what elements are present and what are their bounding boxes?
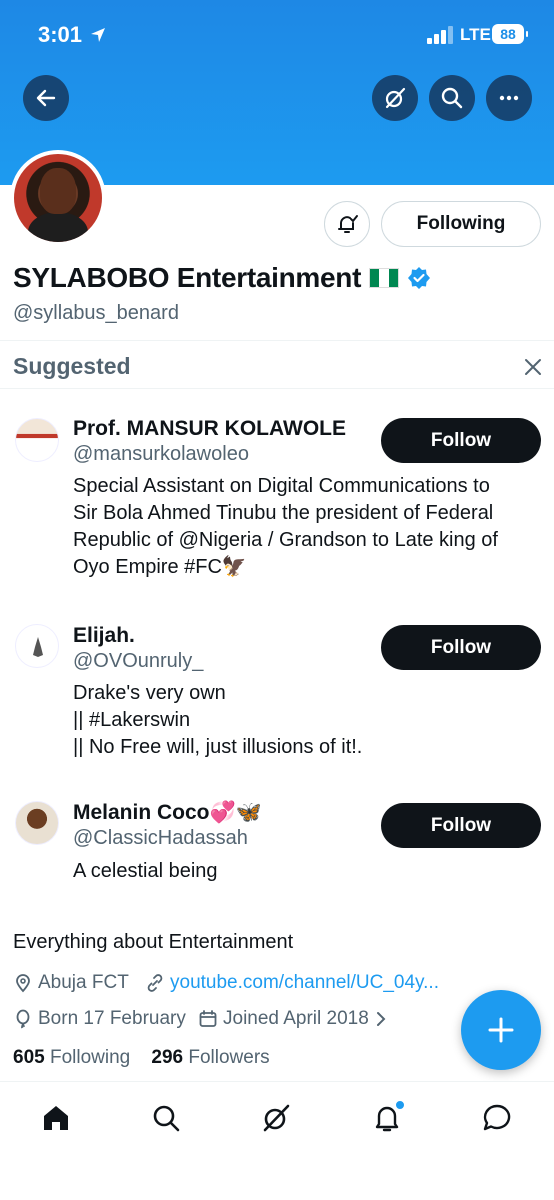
network-label: LTE xyxy=(460,25,491,44)
profile-bio: Everything about Entertainment xyxy=(13,931,294,953)
divider xyxy=(0,340,554,341)
chevron-right-icon xyxy=(376,1012,386,1026)
user-avatar[interactable] xyxy=(15,624,59,668)
suggested-user-handle[interactable]: @OVOunruly_ xyxy=(73,650,203,673)
bell-plus-icon xyxy=(338,215,358,233)
display-name: SYLABOBO Entertainment xyxy=(13,262,362,293)
location-pin-icon xyxy=(16,974,30,993)
back-button[interactable] xyxy=(23,75,69,121)
tab-notifications[interactable] xyxy=(369,1100,405,1136)
grok-button[interactable] xyxy=(372,75,418,121)
location-arrow-icon xyxy=(91,28,105,42)
more-icon xyxy=(499,95,519,101)
divider xyxy=(0,388,554,389)
profile-joined[interactable]: Joined April 2018 xyxy=(198,1008,392,1030)
location-text: Abuja FCT xyxy=(38,972,129,993)
tab-search[interactable] xyxy=(148,1100,184,1136)
suggested-user-bio: A celestial being xyxy=(73,860,218,882)
suggested-user-name[interactable]: Melanin Coco💞🦋 xyxy=(73,801,262,825)
profile-website[interactable]: youtube.com/channel/UC_04y... xyxy=(145,972,439,994)
search-icon xyxy=(441,87,463,109)
following-button[interactable]: Following xyxy=(381,201,541,247)
more-button[interactable] xyxy=(486,75,532,121)
following-count: 605 xyxy=(13,1047,45,1068)
suggested-user-name[interactable]: Elijah. xyxy=(73,624,135,648)
followers-label: Followers xyxy=(188,1047,270,1068)
notifications-toggle-button[interactable] xyxy=(324,201,370,247)
suggested-title: Suggested xyxy=(13,353,131,379)
status-time: 3:01 xyxy=(38,22,83,47)
suggested-user-handle[interactable]: @mansurkolawoleo xyxy=(73,443,249,466)
praying-hands-icon xyxy=(33,637,43,657)
calendar-icon xyxy=(199,1010,217,1027)
followers-count: 296 xyxy=(151,1047,184,1068)
suggested-user-name[interactable]: Prof. MANSUR KOLAWOLE xyxy=(73,417,346,441)
compose-button[interactable] xyxy=(461,990,541,1070)
suggested-user-handle[interactable]: @ClassicHadassah xyxy=(73,827,248,850)
profile-avatar[interactable] xyxy=(10,150,106,246)
joined-text: Joined April 2018 xyxy=(223,1008,369,1029)
nigeria-flag-icon xyxy=(369,268,400,288)
grok-icon xyxy=(385,87,406,109)
tab-home[interactable] xyxy=(38,1100,74,1136)
tab-grok[interactable] xyxy=(258,1100,294,1136)
notification-dot xyxy=(395,1100,405,1110)
following-count-link[interactable]: 605 Following xyxy=(13,1047,130,1068)
plus-icon xyxy=(488,1017,514,1043)
website-link[interactable]: youtube.com/channel/UC_04y... xyxy=(170,972,439,994)
profile-location: Abuja FCT xyxy=(13,972,129,994)
follow-button[interactable]: Follow xyxy=(381,418,541,463)
home-icon xyxy=(44,1106,68,1130)
suggested-user-bio: Special Assistant on Digital Communicati… xyxy=(73,475,498,578)
followers-count-link[interactable]: 296 Followers xyxy=(151,1047,269,1068)
follow-button[interactable]: Follow xyxy=(381,803,541,848)
status-bar: 3:01 LTE 88 xyxy=(0,20,554,52)
verified-badge-icon xyxy=(408,267,431,289)
follow-button[interactable]: Follow xyxy=(381,625,541,670)
profile-birthday: Born 17 February xyxy=(13,1008,186,1030)
birthday-text: Born 17 February xyxy=(38,1008,186,1029)
search-button[interactable] xyxy=(429,75,475,121)
close-icon[interactable] xyxy=(522,356,544,378)
message-bubble-icon xyxy=(483,1104,511,1131)
profile-name-row: SYLABOBO Entertainment xyxy=(13,262,431,294)
suggested-user-bio: Drake's very own || #Lakerswin || No Fre… xyxy=(73,682,363,758)
user-avatar[interactable] xyxy=(15,801,59,845)
following-label: Following xyxy=(49,1047,131,1068)
search-icon xyxy=(153,1105,180,1132)
battery-icon: 88 xyxy=(492,24,528,44)
user-avatar[interactable] xyxy=(15,418,59,462)
tab-messages[interactable] xyxy=(479,1100,515,1136)
back-arrow-icon xyxy=(36,89,56,107)
link-icon xyxy=(147,974,163,992)
signal-icon xyxy=(427,26,455,44)
bottom-tab-bar xyxy=(0,1081,554,1200)
follow-counts: 605 Following 296 Followers xyxy=(13,1047,270,1069)
profile-handle: @syllabus_benard xyxy=(13,302,179,324)
balloon-icon xyxy=(16,1009,30,1029)
grok-icon xyxy=(263,1104,290,1132)
